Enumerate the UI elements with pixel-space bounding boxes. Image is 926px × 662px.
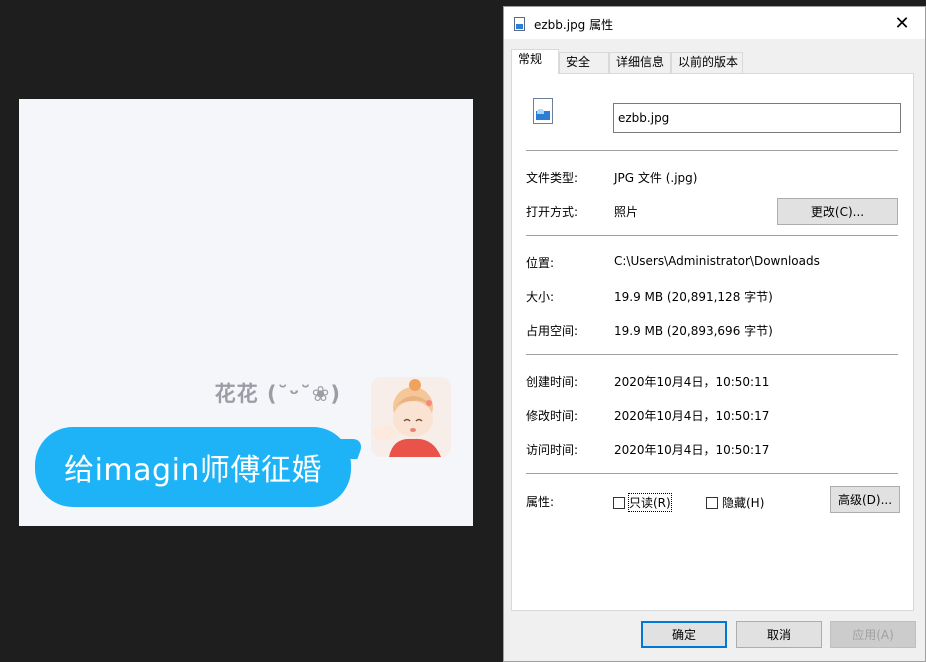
change-button[interactable]: 更改(C)...	[777, 198, 898, 225]
file-name-input[interactable]	[613, 103, 901, 133]
separator	[526, 354, 898, 355]
sender-name: 花花 (˘ᵕ˘❀)	[214, 382, 341, 406]
image-file-icon	[514, 17, 525, 31]
file-type-value: JPG 文件 (.jpg)	[614, 171, 698, 185]
created-label: 创建时间:	[526, 375, 579, 389]
size-on-disk-value: 19.9 MB (20,893,696 字节)	[614, 324, 773, 338]
separator	[526, 150, 898, 151]
opens-with-value: 照片	[614, 205, 639, 219]
created-value: 2020年10月4日，10:50:11	[614, 375, 770, 389]
readonly-checkbox[interactable]: 只读(R)	[613, 493, 672, 512]
message-text: 给imagin师傅征婚	[64, 453, 322, 488]
avatar	[371, 377, 451, 457]
size-value: 19.9 MB (20,891,128 字节)	[614, 290, 773, 304]
close-button[interactable]: ✕	[879, 7, 925, 39]
checkbox-box[interactable]	[706, 496, 718, 509]
dialog-title: ezbb.jpg 属性	[534, 18, 614, 32]
opens-with-label: 打开方式:	[526, 205, 579, 219]
size-label: 大小:	[526, 290, 555, 304]
file-type-label: 文件类型:	[526, 171, 579, 185]
separator	[526, 473, 898, 474]
title-bar[interactable]: ezbb.jpg 属性 ✕	[504, 7, 925, 39]
readonly-label: 只读(R)	[628, 493, 672, 512]
tab-general[interactable]: 常规	[511, 49, 559, 74]
modified-label: 修改时间:	[526, 409, 579, 423]
properties-dialog: ezbb.jpg 属性 ✕ 常规 安全 详细信息 以前的版本 文件类型: JPG…	[503, 6, 926, 662]
close-icon: ✕	[894, 12, 910, 34]
accessed-value: 2020年10月4日，10:50:17	[614, 443, 770, 457]
advanced-button[interactable]: 高级(D)...	[830, 486, 900, 513]
attributes-label: 属性:	[526, 495, 555, 509]
chat-image: 花花 (˘ᵕ˘❀) 给imagin师傅征婚	[19, 99, 473, 526]
apply-button[interactable]: 应用(A)	[830, 621, 916, 648]
message-bubble: 给imagin师傅征婚	[35, 427, 351, 507]
hidden-checkbox[interactable]: 隐藏(H)	[706, 494, 764, 511]
general-panel: 文件类型: JPG 文件 (.jpg) 打开方式: 照片 更改(C)... 位置…	[511, 73, 914, 611]
location-label: 位置:	[526, 256, 555, 270]
modified-value: 2020年10月4日，10:50:17	[614, 409, 770, 423]
size-on-disk-label: 占用空间:	[526, 324, 579, 338]
image-file-icon	[533, 98, 553, 124]
tab-security[interactable]: 安全	[559, 52, 609, 73]
ok-button[interactable]: 确定	[641, 621, 727, 648]
tab-details[interactable]: 详细信息	[609, 52, 671, 73]
tab-previous-versions[interactable]: 以前的版本	[671, 52, 743, 73]
cancel-button[interactable]: 取消	[736, 621, 822, 648]
accessed-label: 访问时间:	[526, 443, 579, 457]
hidden-label: 隐藏(H)	[722, 496, 765, 510]
separator	[526, 235, 898, 236]
avatar-illustration	[371, 377, 451, 457]
checkbox-box[interactable]	[613, 496, 625, 509]
location-value: C:\Users\Administrator\Downloads	[614, 254, 820, 268]
